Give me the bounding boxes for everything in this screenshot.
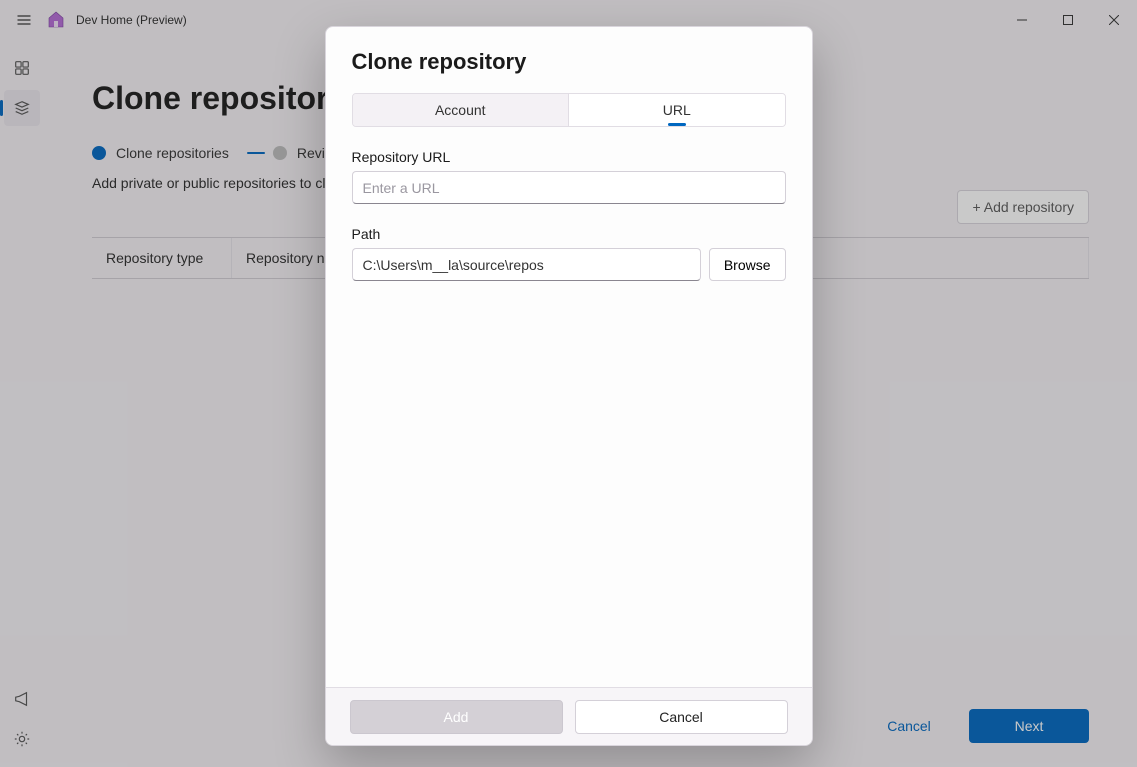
dialog-add-button[interactable]: Add	[350, 700, 563, 734]
clone-repository-dialog: Clone repository Account URL Repository …	[325, 26, 813, 746]
repo-url-label: Repository URL	[352, 149, 786, 165]
dialog-cancel-button[interactable]: Cancel	[575, 700, 788, 734]
dialog-footer: Add Cancel	[326, 687, 812, 745]
clone-source-tabs: Account URL	[352, 93, 786, 127]
dialog-title: Clone repository	[352, 49, 786, 75]
path-label: Path	[352, 226, 786, 242]
tab-account[interactable]: Account	[353, 94, 569, 126]
browse-button[interactable]: Browse	[709, 248, 786, 281]
path-input[interactable]	[352, 248, 701, 281]
repo-url-input[interactable]	[352, 171, 786, 204]
tab-url[interactable]: URL	[569, 94, 785, 126]
